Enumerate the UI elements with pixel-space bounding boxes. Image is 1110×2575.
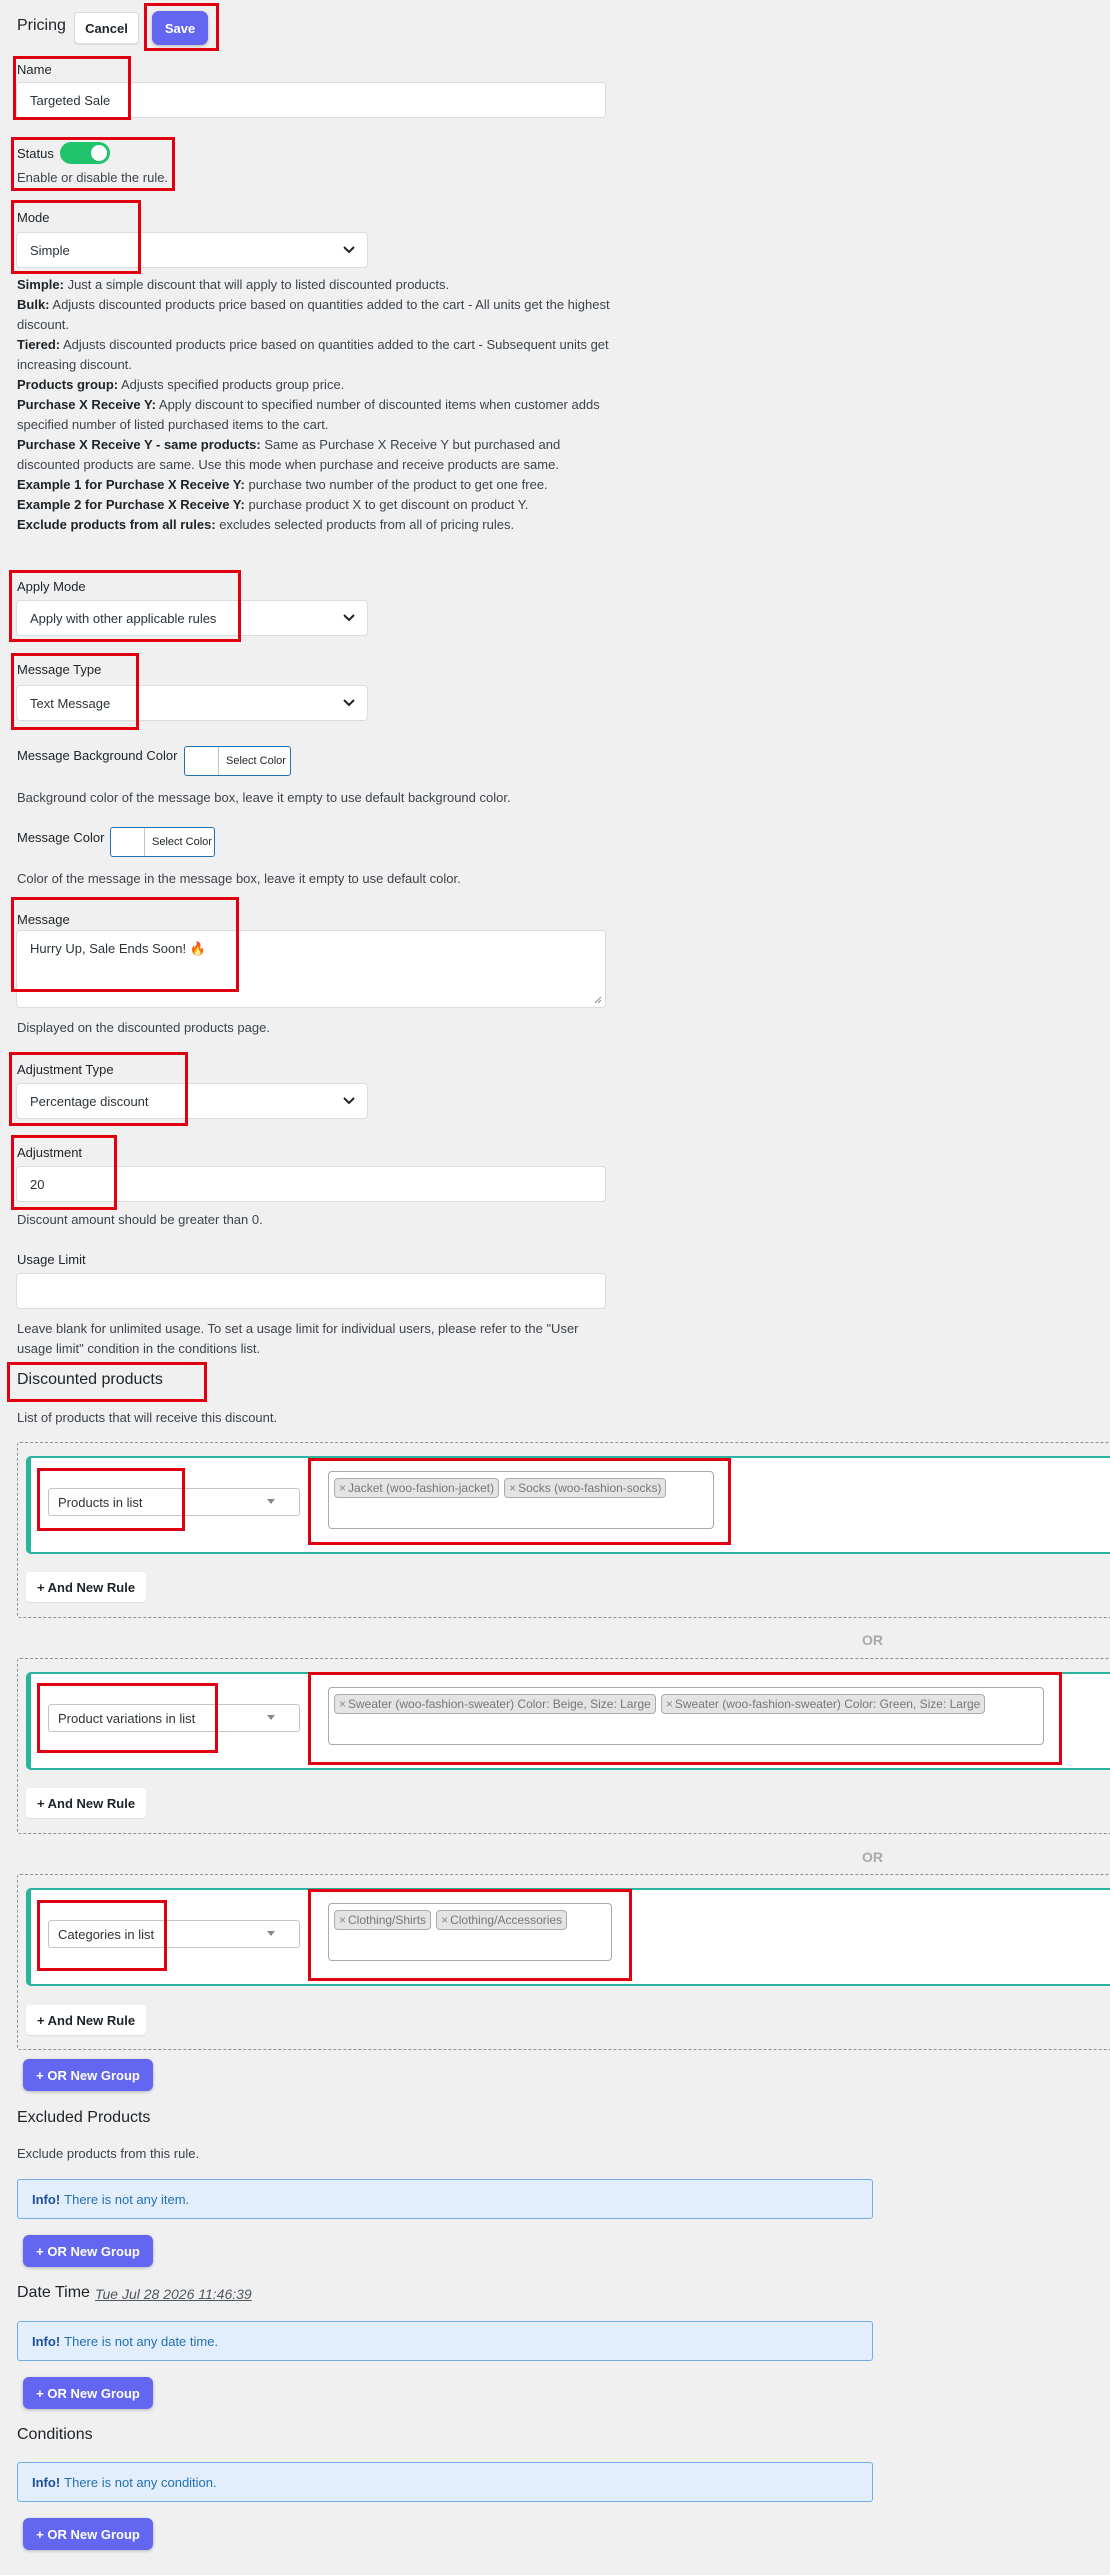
chevron-down-icon [343, 614, 355, 622]
mode-desc-example-1: Example 1 for Purchase X Receive Y: purc… [17, 477, 548, 492]
or-separator-1: OR [862, 1632, 883, 1648]
usage-limit-input[interactable] [16, 1273, 606, 1309]
mode-desc-example-2: Example 2 for Purchase X Receive Y: purc… [17, 497, 529, 512]
status-help: Enable or disable the rule. [17, 170, 169, 185]
product-tags-input-2[interactable]: × Sweater (woo-fashion-sweater) Color: Be… [328, 1687, 1044, 1745]
caret-down-icon [267, 1499, 275, 1504]
usage-limit-help: Leave blank for unlimited usage. To set … [17, 1321, 579, 1356]
message-label: Message [17, 912, 70, 927]
tag-item[interactable]: × Sweater (woo-fashion-sweater) Color: Gr… [660, 1694, 986, 1714]
message-bg-label: Message Background Color [17, 748, 178, 763]
tag-item[interactable]: × Sweater (woo-fashion-sweater) Color: Be… [334, 1694, 656, 1714]
rule-type-value-3: Categories in list [58, 1926, 155, 1942]
discounted-products-title: Discounted products [17, 1371, 163, 1388]
mode-desc-tiered: Tiered: Adjusts discounted products pric… [17, 337, 609, 372]
color-swatch [111, 828, 145, 856]
rule-type-value-2: Product variations in list [58, 1710, 196, 1726]
caret-down-icon [267, 1715, 275, 1720]
current-date-time: Tue Jul 28 2026 11:46:39 [95, 2286, 252, 2302]
conditions-title: Conditions [17, 2426, 93, 2443]
toggle-knob [91, 145, 107, 161]
conditions-info: Info! There is not any condition. [17, 2462, 873, 2502]
resize-handle-icon[interactable] [594, 996, 602, 1004]
remove-tag-icon[interactable]: × [339, 1697, 346, 1711]
cancel-button[interactable]: Cancel [74, 12, 139, 44]
status-toggle[interactable] [60, 142, 110, 164]
mode-desc-exclude: Exclude products from all rules: exclude… [17, 517, 515, 532]
color-swatch [185, 747, 219, 775]
rule-type-value-1: Products in list [58, 1494, 143, 1510]
rule-type-select-2[interactable]: Product variations in list [48, 1704, 300, 1732]
rule-type-select-1[interactable]: Products in list [48, 1488, 300, 1516]
adjustment-type-select[interactable]: Percentage discount [16, 1083, 368, 1119]
or-separator-2: OR [862, 1849, 883, 1865]
mode-select[interactable]: Simple [16, 232, 368, 268]
message-text: Hurry Up, Sale Ends Soon! 🔥 [30, 941, 206, 956]
date-time-info: Info! There is not any date time. [17, 2321, 873, 2361]
date-time-title: Date Time [17, 2284, 90, 2301]
message-bg-help: Background color of the message box, lea… [17, 790, 511, 805]
tag-item[interactable]: × Clothing/Accessories [436, 1910, 568, 1930]
message-type-label: Message Type [17, 662, 102, 677]
adjustment-input[interactable]: 20 [16, 1166, 606, 1202]
message-help: Displayed on the discounted products pag… [17, 1020, 270, 1035]
page-title: Pricing [17, 17, 66, 34]
mode-label: Mode [17, 210, 50, 225]
save-button[interactable]: Save [152, 11, 208, 45]
name-input[interactable]: Targeted Sale [16, 82, 606, 118]
remove-tag-icon[interactable]: × [339, 1481, 346, 1495]
rule-type-select-3[interactable]: Categories in list [48, 1920, 300, 1948]
message-color-label: Message Color [17, 830, 105, 845]
remove-tag-icon[interactable]: × [666, 1697, 673, 1711]
chevron-down-icon [343, 699, 355, 707]
and-new-rule-button-2[interactable]: + And New Rule [26, 1788, 146, 1818]
mode-desc-products-group: Products group: Adjusts specified produc… [17, 377, 345, 392]
tag-item[interactable]: × Clothing/Shirts [334, 1910, 432, 1930]
message-type-select[interactable]: Text Message [16, 685, 368, 721]
message-color-button[interactable]: Select Color [110, 827, 215, 857]
and-new-rule-button-1[interactable]: + And New Rule [26, 1572, 146, 1602]
message-type-select-value: Text Message [30, 695, 111, 711]
or-new-group-button-discounted[interactable]: + OR New Group [23, 2059, 153, 2091]
message-textarea[interactable]: Hurry Up, Sale Ends Soon! 🔥 [16, 930, 606, 1008]
or-new-group-button-conditions[interactable]: + OR New Group [23, 2518, 153, 2550]
status-label: Status [17, 146, 54, 161]
remove-tag-icon[interactable]: × [441, 1913, 448, 1927]
mode-desc-simple: Simple: Just a simple discount that will… [17, 277, 450, 292]
adjustment-type-label: Adjustment Type [17, 1062, 114, 1077]
mode-desc-purchase-x: Purchase X Receive Y: Apply discount to … [17, 397, 600, 432]
product-tags-input-1[interactable]: × Jacket (woo-fashion-jacket) × Socks (woo-… [328, 1471, 714, 1529]
message-bg-color-button[interactable]: Select Color [184, 746, 291, 776]
adjustment-label: Adjustment [17, 1145, 83, 1160]
excluded-products-help: Exclude products from this rule. [17, 2146, 200, 2161]
remove-tag-icon[interactable]: × [509, 1481, 516, 1495]
mode-desc-purchase-x-same: Purchase X Receive Y - same products: Sa… [17, 437, 561, 472]
chevron-down-icon [343, 246, 355, 254]
message-bg-button-label: Select Color [226, 755, 286, 767]
product-tags-input-3[interactable]: × Clothing/Shirts × Clothing/Accessories [328, 1903, 612, 1961]
adjustment-help: Discount amount should be greater than 0… [17, 1212, 263, 1227]
usage-limit-label: Usage Limit [17, 1252, 86, 1267]
or-new-group-button-excluded[interactable]: + OR New Group [23, 2235, 153, 2267]
message-color-button-label: Select Color [152, 836, 212, 848]
tag-item[interactable]: × Socks (woo-fashion-socks) [504, 1478, 667, 1498]
caret-down-icon [267, 1931, 275, 1936]
apply-mode-select[interactable]: Apply with other applicable rules [16, 600, 368, 636]
excluded-products-title: Excluded Products [17, 2109, 151, 2126]
discounted-products-help: List of products that will receive this … [17, 1410, 278, 1425]
tag-item[interactable]: × Jacket (woo-fashion-jacket) [334, 1478, 500, 1498]
mode-desc-bulk: Bulk: Adjusts discounted products price … [17, 297, 610, 332]
message-color-help: Color of the message in the message box,… [17, 871, 461, 886]
adjustment-type-select-value: Percentage discount [30, 1093, 149, 1109]
remove-tag-icon[interactable]: × [339, 1913, 346, 1927]
and-new-rule-button-3[interactable]: + And New Rule [26, 2005, 146, 2035]
apply-mode-label: Apply Mode [17, 579, 86, 594]
chevron-down-icon [343, 1097, 355, 1105]
or-new-group-button-date-time[interactable]: + OR New Group [23, 2377, 153, 2409]
apply-mode-select-value: Apply with other applicable rules [30, 610, 217, 626]
excluded-products-info: Info! There is not any item. [17, 2179, 873, 2219]
name-label: Name [17, 62, 52, 77]
mode-select-value: Simple [30, 242, 70, 258]
mode-descriptions: Simple: Just a simple discount that will… [17, 275, 617, 535]
